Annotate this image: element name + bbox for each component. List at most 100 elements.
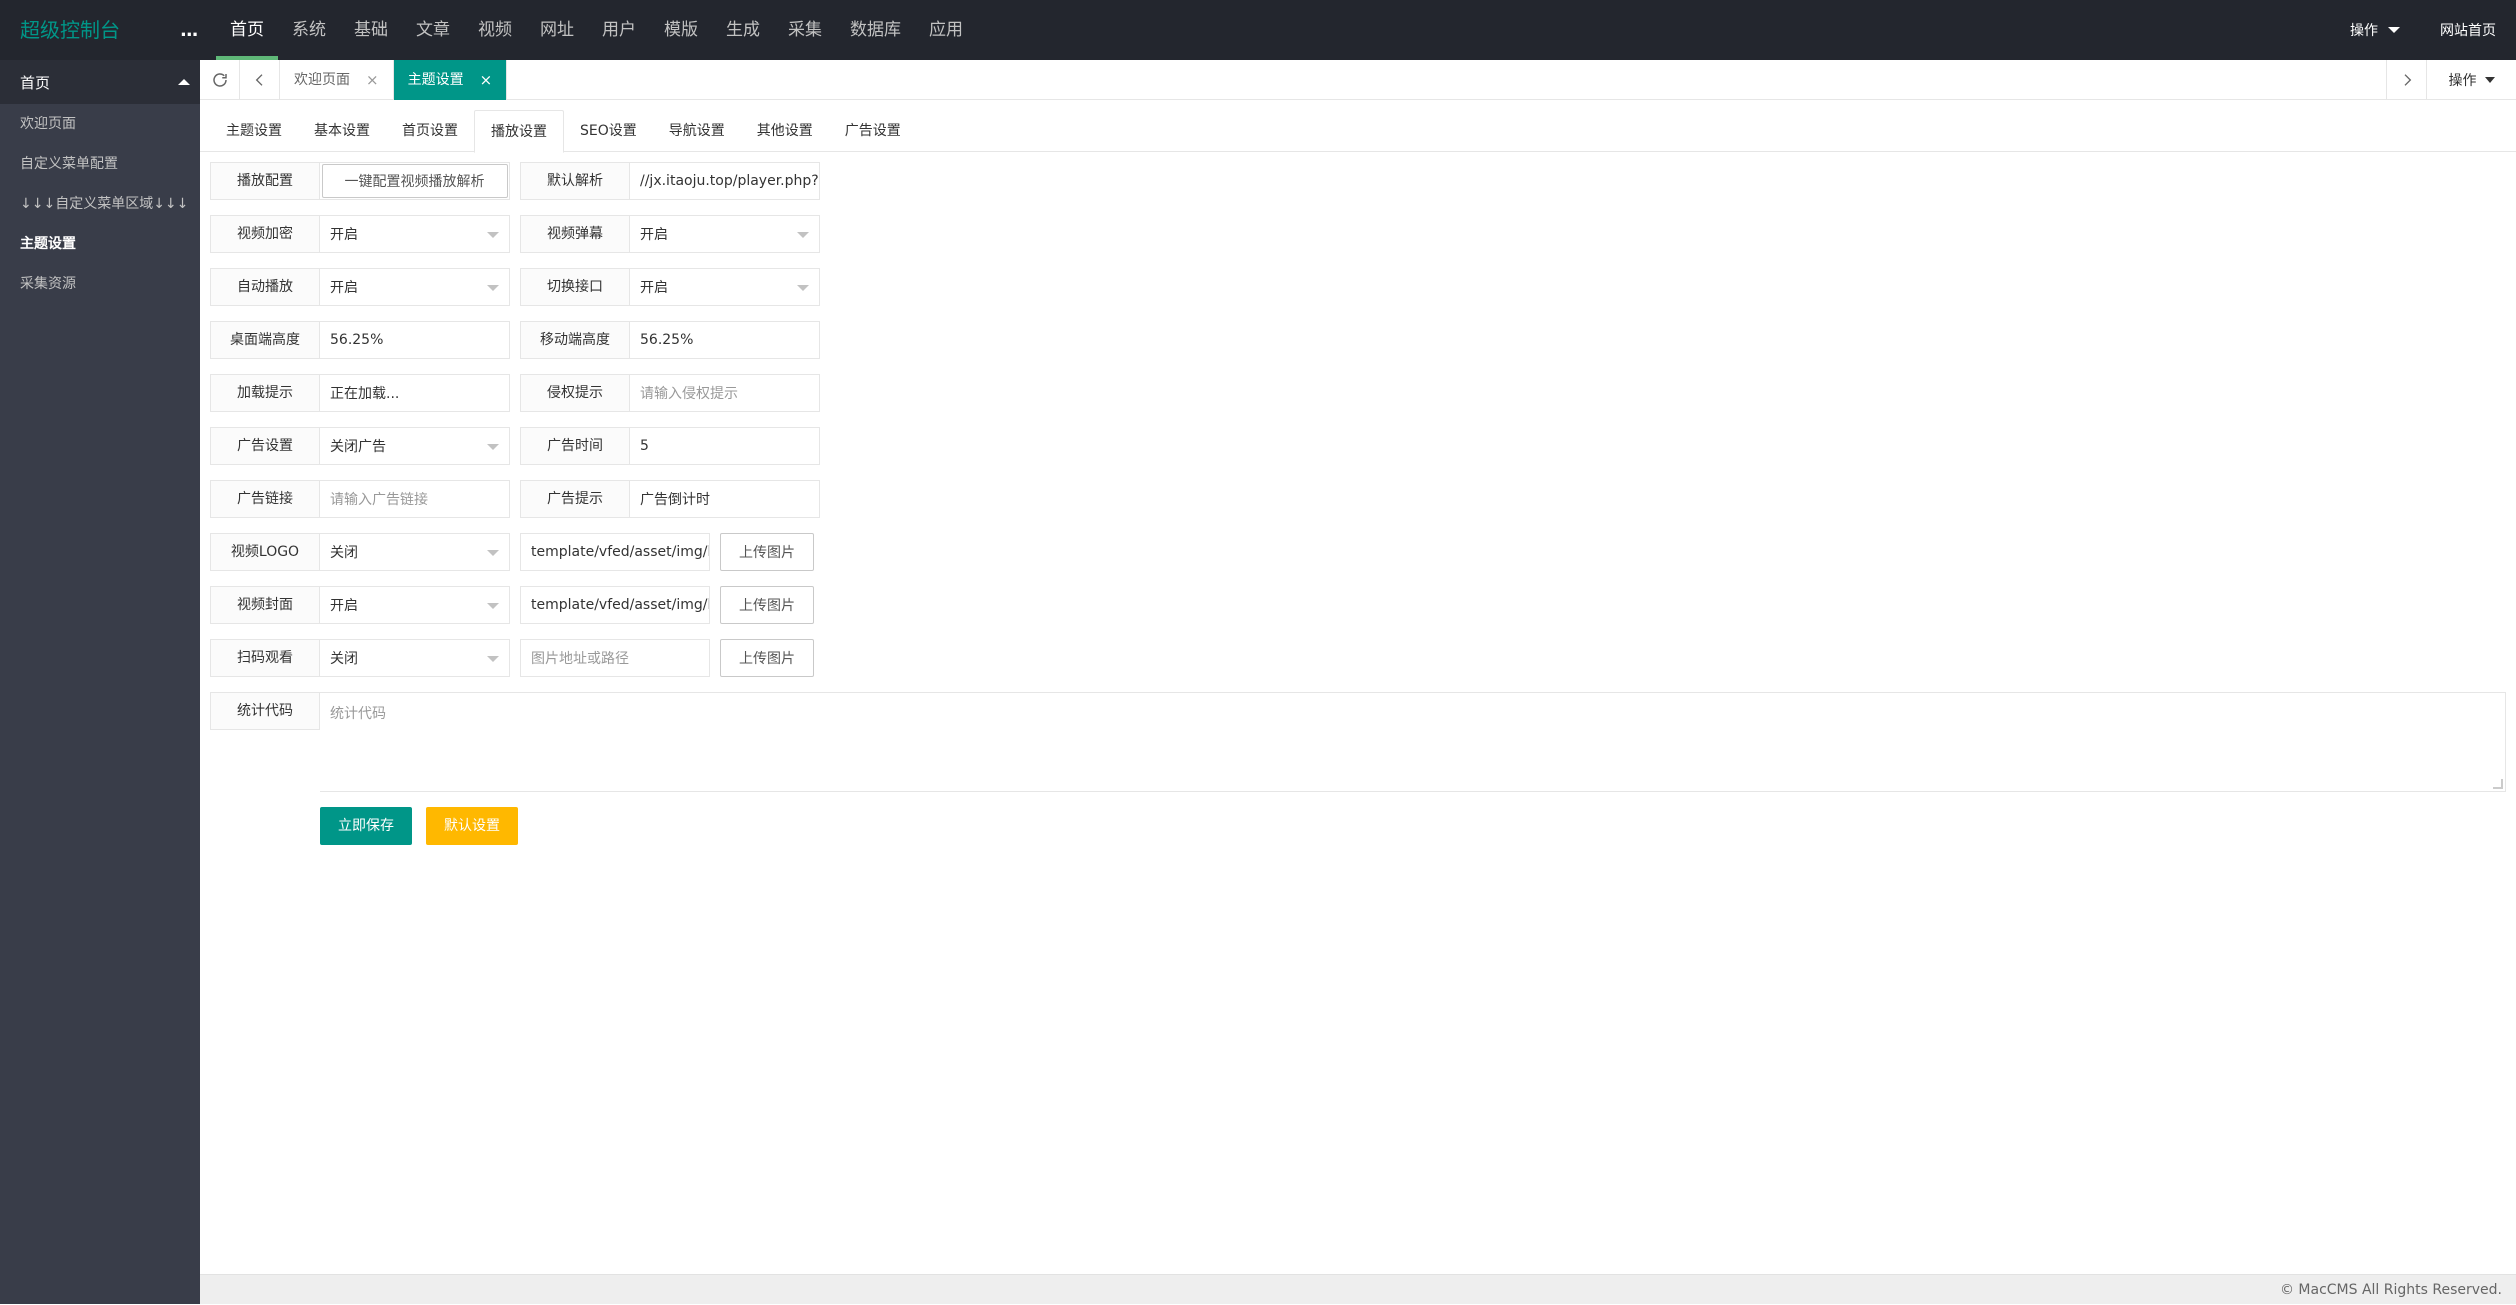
caret-up-icon bbox=[178, 79, 190, 85]
form-row-stats-code: 统计代码 统计代码 bbox=[210, 692, 2506, 792]
qr-watch-path-input[interactable]: 图片地址或路径 bbox=[520, 639, 710, 677]
top-nav: 首页 系统 基础 文章 视频 网址 用户 模版 生成 采集 数据库 应用 bbox=[216, 0, 977, 60]
sidebar-group-label: 首页 bbox=[20, 73, 51, 92]
tab-nav-settings[interactable]: 导航设置 bbox=[653, 110, 741, 152]
sidebar-item-theme-settings[interactable]: 主题设置 bbox=[0, 224, 200, 264]
stats-code-placeholder: 统计代码 bbox=[330, 706, 386, 722]
video-cover-upload-button[interactable]: 上传图片 bbox=[720, 586, 814, 624]
tab-basic-settings[interactable]: 基本设置 bbox=[298, 110, 386, 152]
form-row-play-config: 播放配置 一键配置视频播放解析 默认解析 //jx.itaoju.top/pla… bbox=[210, 162, 820, 200]
caret-down-icon bbox=[2484, 77, 2495, 83]
page-tab-theme-settings[interactable]: 主题设置 × bbox=[393, 60, 508, 100]
save-button[interactable]: 立即保存 bbox=[320, 807, 412, 845]
mobile-height-label: 移动端高度 bbox=[520, 321, 630, 359]
video-cover-label: 视频封面 bbox=[210, 586, 320, 624]
menu-toggle-button[interactable]: ... bbox=[180, 0, 198, 60]
ad-setting-select[interactable]: 关闭广告 bbox=[320, 427, 510, 465]
desktop-height-label: 桌面端高度 bbox=[210, 321, 320, 359]
close-icon[interactable]: × bbox=[480, 60, 493, 100]
tab-other-settings[interactable]: 其他设置 bbox=[741, 110, 829, 152]
tab-playback-settings[interactable]: 播放设置 bbox=[474, 110, 564, 153]
video-encrypt-label: 视频加密 bbox=[210, 215, 320, 253]
sidebar-item-custom-menu-config[interactable]: 自定义菜单配置 bbox=[0, 144, 200, 184]
nav-item-article[interactable]: 文章 bbox=[402, 0, 464, 60]
tab-ops-label: 操作 bbox=[2448, 73, 2477, 89]
default-parse-label: 默认解析 bbox=[520, 162, 630, 200]
tabs-scroll-left-button[interactable] bbox=[240, 60, 280, 100]
form-row-video-cover: 视频封面 开启 template/vfed/asset/img/load 上传图… bbox=[210, 586, 814, 624]
site-home-link[interactable]: 网站首页 bbox=[2420, 20, 2516, 40]
switch-api-select[interactable]: 开启 bbox=[630, 268, 820, 306]
one-click-config-button[interactable]: 一键配置视频播放解析 bbox=[321, 164, 508, 198]
video-cover-select[interactable]: 开启 bbox=[320, 586, 510, 624]
copyright-text: © MacCMS All Rights Reserved. bbox=[2279, 1282, 2502, 1298]
refresh-button[interactable] bbox=[200, 60, 240, 100]
caret-down-icon bbox=[2388, 27, 2400, 33]
app-logo[interactable]: 超级控制台 bbox=[20, 0, 120, 60]
sidebar-item-custom-menu-area[interactable]: ↓↓↓自定义菜单区域↓↓↓ bbox=[0, 184, 200, 224]
form-row-qr-watch: 扫码观看 关闭 图片地址或路径 上传图片 bbox=[210, 639, 814, 677]
form-row-tips: 加载提示 正在加载... 侵权提示 请输入侵权提示 bbox=[210, 374, 820, 412]
nav-item-video[interactable]: 视频 bbox=[464, 0, 526, 60]
desktop-height-input[interactable]: 56.25% bbox=[320, 321, 510, 359]
qr-watch-select[interactable]: 关闭 bbox=[320, 639, 510, 677]
nav-item-database[interactable]: 数据库 bbox=[836, 0, 915, 60]
chevron-right-icon bbox=[2404, 74, 2411, 86]
form-row-autoplay: 自动播放 开启 切换接口 开启 bbox=[210, 268, 820, 306]
resize-handle-icon[interactable] bbox=[2493, 779, 2503, 789]
stats-code-textarea[interactable]: 统计代码 bbox=[320, 692, 2506, 792]
sidebar-item-collect-resources[interactable]: 采集资源 bbox=[0, 264, 200, 304]
video-cover-path-input[interactable]: template/vfed/asset/img/load bbox=[520, 586, 710, 624]
video-logo-select[interactable]: 关闭 bbox=[320, 533, 510, 571]
autoplay-label: 自动播放 bbox=[210, 268, 320, 306]
top-header: 超级控制台 ... 首页 系统 基础 文章 视频 网址 用户 模版 生成 采集 … bbox=[0, 0, 2516, 60]
close-icon[interactable]: × bbox=[366, 60, 379, 100]
nav-item-apps[interactable]: 应用 bbox=[915, 0, 977, 60]
qr-watch-label: 扫码观看 bbox=[210, 639, 320, 677]
ad-link-input[interactable]: 请输入广告链接 bbox=[320, 480, 510, 518]
video-logo-path-input[interactable]: template/vfed/asset/img/logo bbox=[520, 533, 710, 571]
tabs-scroll-right-button[interactable] bbox=[2386, 60, 2426, 100]
page-tab-welcome[interactable]: 欢迎页面 × bbox=[280, 60, 394, 100]
form-row-height: 桌面端高度 56.25% 移动端高度 56.25% bbox=[210, 321, 820, 359]
default-settings-button[interactable]: 默认设置 bbox=[426, 807, 518, 845]
nav-item-template[interactable]: 模版 bbox=[650, 0, 712, 60]
ad-tip-input[interactable]: 广告倒计时 bbox=[630, 480, 820, 518]
nav-item-user[interactable]: 用户 bbox=[588, 0, 650, 60]
default-parse-input[interactable]: //jx.itaoju.top/player.php?url= bbox=[630, 162, 820, 200]
mobile-height-input[interactable]: 56.25% bbox=[630, 321, 820, 359]
sidebar-group-home[interactable]: 首页 bbox=[0, 60, 200, 104]
video-logo-upload-button[interactable]: 上传图片 bbox=[720, 533, 814, 571]
form-row-ad-link: 广告链接 请输入广告链接 广告提示 广告倒计时 bbox=[210, 480, 820, 518]
page-tab-label: 欢迎页面 bbox=[294, 72, 350, 88]
tab-ad-settings[interactable]: 广告设置 bbox=[829, 110, 917, 152]
tab-homepage-settings[interactable]: 首页设置 bbox=[386, 110, 474, 152]
sidebar-item-welcome[interactable]: 欢迎页面 bbox=[0, 104, 200, 144]
form-actions: 立即保存 默认设置 bbox=[320, 807, 532, 845]
video-encrypt-select[interactable]: 开启 bbox=[320, 215, 510, 253]
copyright-tip-input[interactable]: 请输入侵权提示 bbox=[630, 374, 820, 412]
autoplay-select[interactable]: 开启 bbox=[320, 268, 510, 306]
nav-item-home[interactable]: 首页 bbox=[216, 0, 278, 60]
nav-item-basic[interactable]: 基础 bbox=[340, 0, 402, 60]
video-danmaku-label: 视频弹幕 bbox=[520, 215, 630, 253]
tab-seo-settings[interactable]: SEO设置 bbox=[564, 110, 653, 152]
header-ops-dropdown[interactable]: 操作 bbox=[2330, 20, 2420, 40]
loading-tip-input[interactable]: 正在加载... bbox=[320, 374, 510, 412]
ad-time-input[interactable]: 5 bbox=[630, 427, 820, 465]
page-tab-label: 主题设置 bbox=[407, 72, 464, 88]
video-danmaku-select[interactable]: 开启 bbox=[630, 215, 820, 253]
form-row-video-logo: 视频LOGO 关闭 template/vfed/asset/img/logo 上… bbox=[210, 533, 814, 571]
page-tabs: 欢迎页面 × 主题设置 × bbox=[280, 60, 508, 100]
nav-item-website[interactable]: 网址 bbox=[526, 0, 588, 60]
nav-item-collect[interactable]: 采集 bbox=[774, 0, 836, 60]
ad-tip-label: 广告提示 bbox=[520, 480, 630, 518]
nav-item-system[interactable]: 系统 bbox=[278, 0, 340, 60]
form-row-encrypt: 视频加密 开启 视频弹幕 开启 bbox=[210, 215, 820, 253]
tab-theme-settings[interactable]: 主题设置 bbox=[210, 110, 298, 152]
nav-item-generate[interactable]: 生成 bbox=[712, 0, 774, 60]
play-config-cell: 一键配置视频播放解析 bbox=[320, 162, 510, 200]
chevron-left-icon bbox=[255, 74, 262, 86]
qr-watch-upload-button[interactable]: 上传图片 bbox=[720, 639, 814, 677]
tab-ops-dropdown[interactable]: 操作 bbox=[2426, 60, 2516, 100]
